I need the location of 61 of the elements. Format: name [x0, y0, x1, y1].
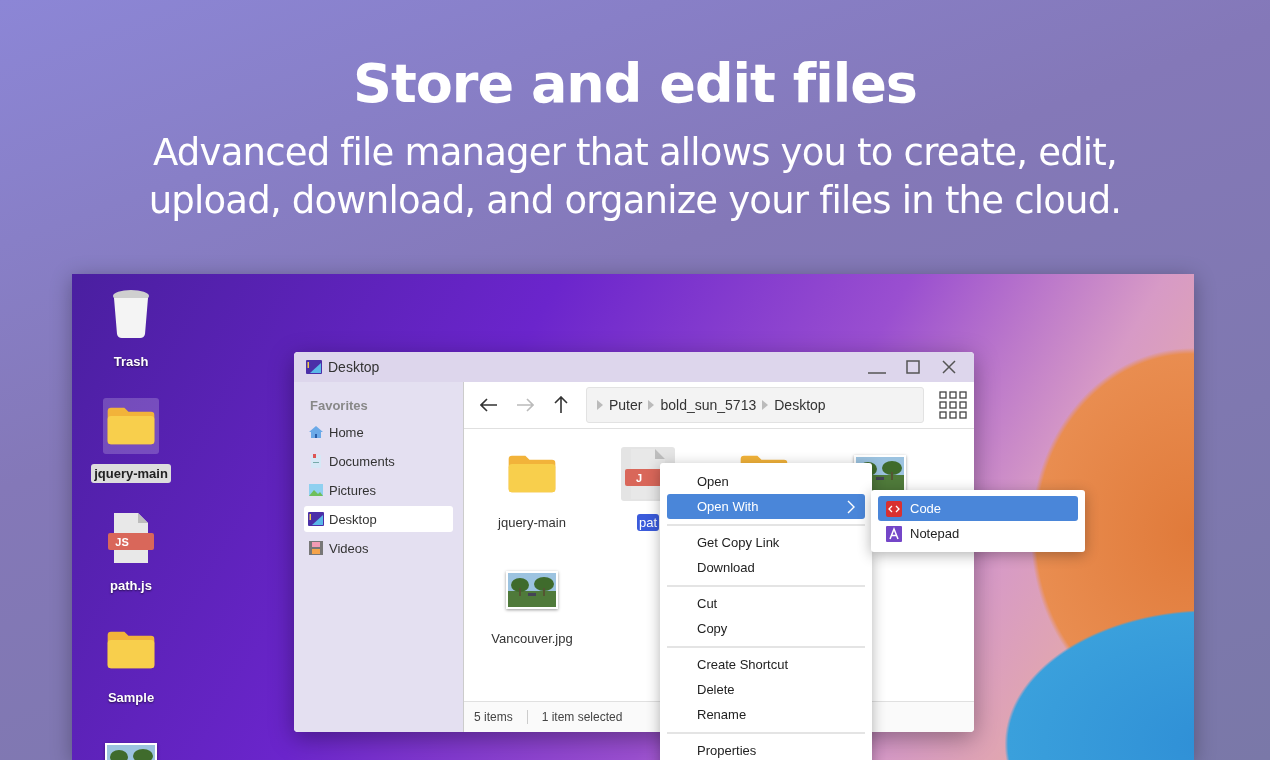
arrow-up-icon [554, 396, 568, 414]
window-title: Desktop [328, 359, 381, 375]
subheadline: Advanced file manager that allows you to create, edit, upload, download, and organize your files in the cloud. [147, 130, 1123, 224]
desktop-icon [306, 360, 322, 374]
sidebar-item-label: Desktop [329, 511, 377, 527]
menu-item[interactable]: Code [878, 496, 1078, 521]
sidebar-item-label: Pictures [329, 482, 376, 498]
desktop-icon-tile[interactable] [103, 398, 159, 454]
desktop-icon-label[interactable]: Sample [104, 688, 158, 707]
item-count: 5 items [474, 710, 513, 724]
sidebar-item-label: Home [329, 424, 364, 440]
code-icon [886, 500, 902, 517]
arrow-left-icon [480, 398, 498, 412]
menu-item[interactable]: Get Copy Link [667, 530, 865, 555]
file-label[interactable]: pat [636, 514, 660, 531]
caret-icon [762, 400, 769, 410]
close-icon [942, 360, 956, 374]
menu-item[interactable]: Create Shortcut [667, 652, 865, 677]
file-label[interactable]: jquery-main [496, 514, 568, 531]
image-icon [308, 482, 324, 498]
menu-item[interactable]: Rename [667, 702, 865, 727]
selection-count: 1 item selected [541, 710, 623, 724]
sidebar-item[interactable]: Videos [304, 535, 453, 561]
caret-icon [648, 400, 655, 410]
arrow-right-icon [516, 398, 534, 412]
breadcrumb[interactable]: Puter [609, 397, 643, 413]
breadcrumb[interactable]: bold_sun_5713 [660, 397, 757, 413]
file-label[interactable]: Vancouver.jpg [489, 630, 575, 647]
sidebar-item-label: Documents [329, 453, 395, 469]
sidebar-item[interactable]: Pictures [304, 477, 453, 503]
menu-item[interactable]: Properties [667, 738, 865, 760]
menu-item[interactable]: Notepad [878, 521, 1078, 546]
minimize-icon [868, 372, 886, 374]
menu-item[interactable]: Download [667, 555, 865, 580]
sidebar-item[interactable]: Desktop [304, 506, 453, 532]
desktop-icon-label[interactable]: jquery-main [91, 464, 171, 483]
folder-icon [106, 406, 156, 446]
breadcrumb[interactable]: Desktop [774, 397, 826, 413]
menu-item[interactable]: Delete [667, 677, 865, 702]
house-icon [308, 424, 324, 440]
maximize-icon [906, 360, 920, 374]
folder-icon [507, 454, 557, 494]
sidebar-item-label: Videos [329, 540, 369, 556]
caret-icon [597, 400, 603, 410]
film-icon [308, 540, 324, 556]
clipboard-icon [308, 453, 324, 469]
grid-icon [939, 391, 967, 419]
sidebar-item[interactable]: Documents [304, 448, 453, 474]
desktop-icon [308, 512, 324, 526]
sidebar-heading: Favorites [310, 398, 369, 413]
desktop-icon-label[interactable]: Trash [110, 352, 152, 371]
grid-view-button[interactable] [938, 390, 968, 420]
folder-icon [106, 630, 156, 670]
menu-item[interactable]: Cut [667, 591, 865, 616]
headline: Store and edit files [353, 52, 917, 115]
menu-item[interactable]: Copy [667, 616, 865, 641]
menu-item[interactable]: Open With [667, 494, 865, 519]
letter-a-icon [886, 525, 902, 542]
trash-icon [111, 289, 151, 339]
sidebar-item[interactable]: Home [304, 419, 453, 445]
desktop-icon-label[interactable]: path.js [107, 576, 155, 595]
